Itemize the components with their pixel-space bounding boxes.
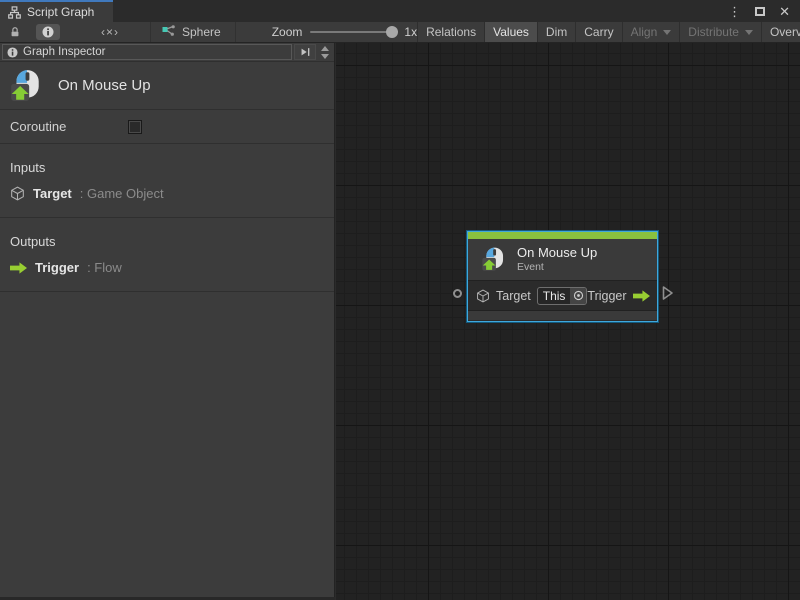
- tab-bar-spacer: [113, 0, 728, 22]
- tab-label: Script Graph: [27, 5, 94, 19]
- scroll-up-icon[interactable]: [321, 46, 329, 51]
- toolbar-button-values[interactable]: Values: [484, 22, 537, 42]
- flow-arrow-icon: [633, 290, 650, 302]
- graph-toolbar: ‹×› Sphere Zoom 1x Relat: [0, 22, 800, 43]
- dock-panel-button[interactable]: [294, 44, 316, 60]
- target-value: This: [538, 289, 571, 303]
- toolbar-button-align[interactable]: Align: [622, 22, 680, 42]
- node-subtitle: Event: [517, 261, 597, 274]
- inspector-toggle-button[interactable]: [36, 24, 60, 40]
- dock-right-icon: [299, 46, 311, 58]
- flow-arrow-icon: [10, 262, 27, 274]
- port-type: : Flow: [87, 260, 122, 275]
- zoom-slider[interactable]: [310, 31, 396, 33]
- button-label: Carry: [584, 25, 613, 39]
- zoom-level-value: 1x: [404, 25, 417, 39]
- tab-bar: Script Graph ⋮ ✕: [0, 0, 800, 22]
- toolbar-left-group: ‹×› Sphere Zoom 1x: [0, 22, 417, 42]
- unity-script-graph-window: Script Graph ⋮ ✕: [0, 0, 800, 600]
- on-mouse-up-icon: [8, 68, 44, 104]
- inspector-title-box: Graph Inspector: [2, 44, 292, 60]
- input-connection-port[interactable]: [453, 289, 462, 298]
- output-row-trigger: Trigger : Flow: [0, 258, 334, 281]
- window-menu-icon[interactable]: ⋮: [728, 5, 741, 18]
- window-controls: ⋮ ✕: [728, 0, 800, 22]
- scroll-down-icon[interactable]: [321, 54, 329, 59]
- inputs-section: Inputs Target : Game Object: [0, 144, 334, 217]
- on-mouse-up-node[interactable]: On Mouse Up Event Target This: [467, 231, 658, 322]
- info-icon: [42, 26, 54, 38]
- node-port-row: Target This Trigger: [468, 280, 657, 310]
- port-type: : Game Object: [80, 186, 164, 201]
- chevron-down-icon: [745, 30, 753, 35]
- target-port-group: Target This: [476, 287, 587, 305]
- inspector-title: Graph Inspector: [23, 46, 105, 58]
- button-label: Relations: [426, 25, 476, 39]
- graph-inspector-panel: Graph Inspector On Mouse U: [0, 43, 335, 597]
- toolbar-button-carry[interactable]: Carry: [575, 22, 621, 42]
- edit-source-button[interactable]: ‹×›: [70, 22, 151, 42]
- coroutine-label: Coroutine: [10, 119, 128, 134]
- node-header[interactable]: On Mouse Up Event: [468, 239, 657, 280]
- outputs-section: Outputs Trigger : Flow: [0, 218, 334, 291]
- toolbar-right-group: Relations Values Dim Carry Align Distrib…: [417, 22, 800, 42]
- tab-script-graph[interactable]: Script Graph: [0, 0, 113, 22]
- chevron-down-icon: [663, 30, 671, 35]
- game-object-cube-icon: [10, 186, 25, 201]
- graph-owner-label: Sphere: [182, 25, 221, 39]
- trigger-port-group: Trigger: [587, 289, 649, 303]
- coroutine-checkbox[interactable]: [128, 120, 142, 134]
- object-picker-icon: [573, 290, 584, 301]
- inspected-node-header: On Mouse Up: [0, 62, 334, 109]
- inputs-heading: Inputs: [0, 152, 334, 184]
- inspector-header-row: Graph Inspector: [0, 43, 334, 61]
- info-icon: [7, 47, 18, 58]
- node-titles: On Mouse Up Event: [517, 245, 597, 274]
- toolbar-button-distribute[interactable]: Distribute: [679, 22, 761, 42]
- lock-icon: [9, 25, 21, 39]
- graph-owner-breadcrumb[interactable]: Sphere: [151, 22, 236, 42]
- script-graph-icon: [8, 6, 21, 19]
- zoom-slider-thumb[interactable]: [386, 26, 398, 38]
- maximize-icon[interactable]: [755, 7, 765, 16]
- target-port-label: Target: [496, 289, 531, 303]
- zoom-control: Zoom 1x: [236, 25, 417, 39]
- zoom-label: Zoom: [272, 25, 303, 39]
- object-picker-button[interactable]: [570, 287, 586, 305]
- divider: [0, 291, 334, 292]
- outputs-heading: Outputs: [0, 226, 334, 258]
- game-object-cube-icon: [476, 289, 490, 303]
- button-label: Align: [631, 25, 658, 39]
- graph-canvas[interactable]: On Mouse Up Event Target This: [336, 43, 800, 600]
- toolbar-button-relations[interactable]: Relations: [417, 22, 484, 42]
- node-title: On Mouse Up: [517, 245, 597, 261]
- lock-button[interactable]: [0, 22, 30, 42]
- button-label: Overview: [770, 25, 800, 39]
- node-footer: [468, 310, 657, 320]
- port-name: Target: [33, 186, 72, 201]
- event-color-bar: [468, 232, 657, 239]
- close-icon[interactable]: ✕: [779, 5, 790, 18]
- port-name: Trigger: [35, 260, 79, 275]
- inspected-node-title: On Mouse Up: [58, 77, 151, 94]
- button-label: Distribute: [688, 25, 739, 39]
- toolbar-button-dim[interactable]: Dim: [537, 22, 575, 42]
- code-brackets-icon: ‹×›: [79, 25, 141, 39]
- visual-script-icon: [161, 25, 176, 39]
- panel-scroll-spinner[interactable]: [318, 46, 332, 59]
- on-mouse-up-icon: [480, 246, 507, 273]
- trigger-port-label: Trigger: [587, 289, 626, 303]
- output-connection-port[interactable]: [662, 285, 674, 301]
- target-value-field[interactable]: This: [537, 287, 588, 305]
- toolbar-button-overview[interactable]: Overview: [761, 22, 800, 42]
- button-label: Values: [493, 25, 529, 39]
- coroutine-row: Coroutine: [0, 110, 334, 143]
- button-label: Dim: [546, 25, 567, 39]
- input-row-target: Target : Game Object: [0, 184, 334, 207]
